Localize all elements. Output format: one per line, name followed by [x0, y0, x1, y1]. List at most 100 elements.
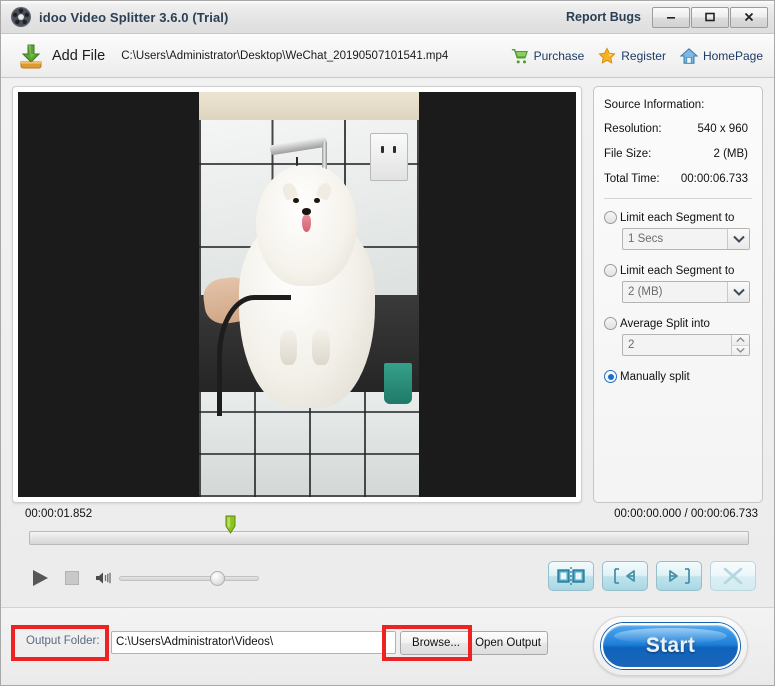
- application-window: idoo Video Splitter 3.6.0 (Trial) Report…: [0, 0, 775, 686]
- report-bugs-link[interactable]: Report Bugs: [566, 10, 651, 24]
- scene-wall-socket: [370, 132, 408, 182]
- segment-mb-dropdown[interactable]: 2 (MB): [622, 281, 750, 303]
- radio-average-split[interactable]: Average Split into: [604, 317, 752, 330]
- purchase-button[interactable]: Purchase: [506, 45, 590, 67]
- purchase-label: Purchase: [533, 48, 585, 63]
- browse-button[interactable]: Browse...: [400, 631, 472, 655]
- file-path-text: C:\Users\Administrator\Desktop\WeChat_20…: [121, 49, 449, 62]
- maximize-button[interactable]: [691, 6, 729, 28]
- info-row-totaltime: Total Time: 00:00:06.733: [604, 173, 752, 185]
- segment-mb-value: 2 (MB): [628, 286, 663, 298]
- main-content: Source Information: Resolution: 540 x 96…: [1, 78, 774, 607]
- start-button-inner: Start: [601, 623, 740, 669]
- volume-button[interactable]: [95, 570, 113, 586]
- current-time-label: 00:00:01.852: [25, 508, 93, 520]
- totaltime-value: 00:00:06.733: [680, 173, 748, 185]
- star-icon: [598, 46, 616, 64]
- scene-ceiling: [199, 92, 419, 121]
- timeline-track[interactable]: [29, 531, 749, 545]
- previous-marker-button[interactable]: [602, 561, 648, 591]
- segment-secs-dropdown[interactable]: 1 Secs: [622, 228, 750, 250]
- window-controls: [651, 6, 774, 28]
- homepage-label: HomePage: [702, 48, 763, 63]
- close-icon: [744, 12, 754, 22]
- next-marker-button[interactable]: [656, 561, 702, 591]
- play-icon: [33, 570, 48, 586]
- stepper-down-icon[interactable]: [732, 345, 749, 355]
- timeline-marker[interactable]: [225, 515, 236, 534]
- scene-hose: [216, 294, 292, 416]
- window-title: idoo Video Splitter 3.6.0 (Trial): [39, 9, 229, 25]
- split-segment-button[interactable]: [548, 561, 594, 591]
- radio-limit-segment-mb[interactable]: Limit each Segment to: [604, 264, 752, 277]
- info-row-filesize: File Size: 2 (MB): [604, 148, 752, 160]
- stepper-arrows: [731, 335, 749, 355]
- radio-manually-split[interactable]: Manually split: [604, 370, 752, 383]
- shopping-cart-icon: [511, 48, 528, 63]
- scene-dog-leg-right: [312, 330, 330, 366]
- download-arrow-icon: [20, 44, 42, 68]
- volume-knob[interactable]: [210, 571, 225, 586]
- resolution-label: Resolution:: [604, 123, 662, 135]
- register-label: Register: [621, 48, 666, 63]
- stop-button[interactable]: [65, 571, 79, 585]
- radio-limit-segment-secs[interactable]: Limit each Segment to: [604, 211, 752, 224]
- close-button[interactable]: [730, 6, 768, 28]
- open-output-button[interactable]: Open Output: [468, 631, 548, 655]
- position-total-label: 00:00:00.000 / 00:00:06.733: [614, 508, 758, 520]
- start-button-label: Start: [645, 634, 696, 657]
- video-stage: [18, 92, 576, 497]
- add-file-label: Add File: [52, 47, 106, 64]
- video-preview-panel[interactable]: [12, 86, 582, 503]
- stop-icon: [67, 573, 77, 583]
- segment-secs-value: 1 Secs: [628, 233, 664, 245]
- option-label: Manually split: [620, 370, 690, 383]
- scene-dog-nose: [302, 208, 312, 215]
- marker-pin-icon: [225, 515, 236, 534]
- delete-segment-button[interactable]: [710, 561, 756, 591]
- next-marker-icon: [669, 568, 690, 584]
- resolution-value: 540 x 960: [697, 123, 748, 135]
- source-info-panel: Source Information: Resolution: 540 x 96…: [593, 86, 763, 503]
- playback-controls: [29, 568, 259, 588]
- radio-button-unchecked[interactable]: [604, 264, 617, 277]
- timeline[interactable]: [29, 515, 749, 545]
- average-split-stepper[interactable]: 2: [622, 334, 750, 356]
- option-label: Limit each Segment to: [620, 264, 735, 277]
- toolbar-links: Purchase Register HomePage: [506, 45, 774, 67]
- register-button[interactable]: Register: [593, 45, 671, 67]
- output-folder-input[interactable]: C:\Users\Administrator\Videos\: [111, 631, 396, 654]
- prev-marker-icon: [614, 568, 635, 584]
- video-scene: [199, 92, 419, 497]
- filesize-value: 2 (MB): [713, 148, 749, 160]
- stepper-up-icon[interactable]: [732, 335, 749, 346]
- add-file-button[interactable]: Add File: [17, 42, 105, 70]
- start-button[interactable]: Start: [593, 616, 748, 676]
- chevron-down-icon[interactable]: [727, 229, 749, 249]
- scene-dog-eye-left: [292, 197, 299, 204]
- close-x-icon: [723, 567, 743, 585]
- play-button[interactable]: [29, 568, 51, 588]
- film-reel-icon: [10, 6, 32, 28]
- radio-button-unchecked[interactable]: [604, 211, 617, 224]
- totaltime-label: Total Time:: [604, 173, 660, 185]
- radio-button-checked[interactable]: [604, 370, 617, 383]
- option-label: Limit each Segment to: [620, 211, 735, 224]
- minimize-button[interactable]: [652, 6, 690, 28]
- panel-divider: [604, 198, 752, 199]
- volume-slider[interactable]: [119, 570, 259, 586]
- homepage-button[interactable]: HomePage: [675, 45, 768, 67]
- minimize-icon: [667, 17, 675, 19]
- scene-dog-head: [256, 164, 358, 287]
- output-folder-label: Output Folder:: [26, 635, 100, 647]
- info-row-resolution: Resolution: 540 x 960: [604, 123, 752, 135]
- radio-button-unchecked[interactable]: [604, 317, 617, 330]
- title-bar: idoo Video Splitter 3.6.0 (Trial) Report…: [1, 1, 774, 34]
- volume-track[interactable]: [119, 576, 259, 581]
- toolbar: Add File C:\Users\Administrator\Desktop\…: [1, 34, 774, 78]
- scene-bucket: [383, 363, 413, 404]
- video-frame: [199, 92, 419, 497]
- chevron-down-icon[interactable]: [727, 282, 749, 302]
- scene-dog-eye-right: [313, 197, 320, 204]
- source-info-heading: Source Information:: [604, 99, 705, 111]
